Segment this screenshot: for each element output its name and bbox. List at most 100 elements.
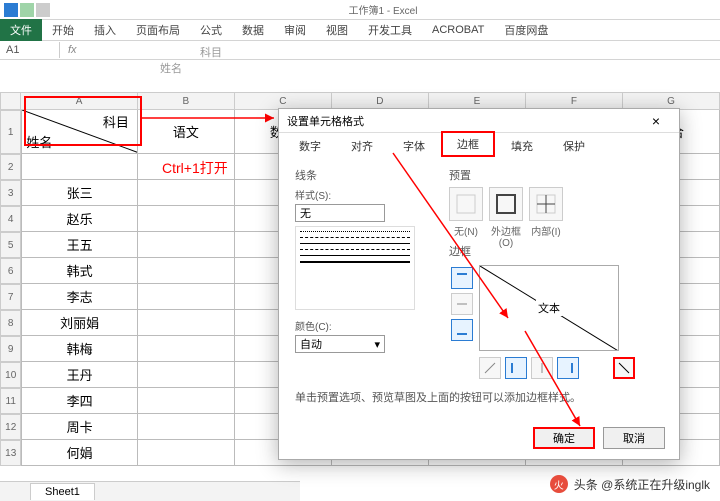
tab-layout[interactable]: 页面布局	[126, 19, 190, 41]
preset-inside-label: 内部(I)	[529, 223, 563, 249]
border-top-btn[interactable]	[451, 267, 473, 289]
cell-A11[interactable]: 李四	[21, 388, 137, 414]
dialog-tabs: 数字 对齐 字体 边框 填充 保护	[279, 133, 679, 157]
col-A[interactable]: A	[21, 92, 137, 110]
col-B[interactable]: B	[138, 92, 235, 110]
cell-A13[interactable]: 何娟	[21, 440, 137, 466]
watermark: 火 头条 @系统正在升级inglk	[550, 475, 710, 493]
cell-A8[interactable]: 刘丽娟	[21, 310, 137, 336]
tab-baidu[interactable]: 百度网盘	[494, 19, 558, 41]
cell-B6[interactable]	[138, 258, 235, 284]
border-preview[interactable]: 文本	[479, 265, 619, 351]
border-right-btn[interactable]	[557, 357, 579, 379]
dlg-tab-fill[interactable]: 填充	[497, 135, 547, 157]
row-13-hdr[interactable]: 13	[0, 440, 21, 466]
cell-A1[interactable]: 科目 姓名	[21, 110, 137, 154]
row-2-hdr[interactable]: 2	[0, 154, 21, 180]
cell-A9[interactable]: 韩梅	[21, 336, 137, 362]
row-7-hdr[interactable]: 7	[0, 284, 21, 310]
qat-save-icon[interactable]	[20, 3, 34, 17]
cancel-button[interactable]: 取消	[603, 427, 665, 449]
border-section-label: 边框	[449, 243, 471, 259]
sheet-tab-1[interactable]: Sheet1	[30, 483, 95, 500]
color-combo[interactable]: 自动▾	[295, 335, 385, 353]
cell-A4[interactable]: 赵乐	[21, 206, 137, 232]
file-tab[interactable]: 文件	[0, 19, 42, 41]
preset-inside[interactable]	[529, 187, 563, 221]
row-4-hdr[interactable]: 4	[0, 206, 21, 232]
cell-B1[interactable]: 语文	[138, 110, 235, 154]
cell-B11[interactable]	[138, 388, 235, 414]
cell-B13[interactable]	[138, 440, 235, 466]
qat-undo-icon[interactable]	[36, 3, 50, 17]
dialog-title: 设置单元格格式	[287, 113, 364, 129]
select-all-corner[interactable]	[0, 92, 21, 110]
cell-B10[interactable]	[138, 362, 235, 388]
format-cells-dialog: 设置单元格格式 × 数字 对齐 字体 边框 填充 保护 线条 样式(S): 无 …	[278, 108, 680, 460]
watermark-logo-icon: 火	[550, 475, 568, 493]
line-style-list[interactable]	[295, 226, 415, 310]
ok-button[interactable]: 确定	[533, 427, 595, 449]
border-mid-h-btn[interactable]	[451, 293, 473, 315]
name-box[interactable]: A1	[0, 42, 60, 58]
border-left-btn[interactable]	[505, 357, 527, 379]
tab-review[interactable]: 审阅	[274, 19, 316, 41]
cell-B12[interactable]	[138, 414, 235, 440]
row-12-hdr[interactable]: 12	[0, 414, 21, 440]
cell-A5[interactable]: 王五	[21, 232, 137, 258]
dlg-tab-number[interactable]: 数字	[285, 135, 335, 157]
row-3-hdr[interactable]: 3	[0, 180, 21, 206]
diag-bottom-label: 姓名	[26, 132, 52, 151]
preset-outline[interactable]	[489, 187, 523, 221]
cell-B3[interactable]	[138, 180, 235, 206]
cell-B7[interactable]	[138, 284, 235, 310]
quick-access-toolbar	[4, 3, 50, 17]
preset-none[interactable]	[449, 187, 483, 221]
close-icon[interactable]: ×	[641, 113, 671, 129]
row-6-hdr[interactable]: 6	[0, 258, 21, 284]
tooltip-text-2: 姓名	[160, 60, 182, 76]
cell-B9[interactable]	[138, 336, 235, 362]
tab-insert[interactable]: 插入	[84, 19, 126, 41]
watermark-text: 头条 @系统正在升级inglk	[574, 476, 710, 493]
tab-home[interactable]: 开始	[42, 19, 84, 41]
dlg-tab-align[interactable]: 对齐	[337, 135, 387, 157]
tab-view[interactable]: 视图	[316, 19, 358, 41]
excel-icon	[4, 3, 18, 17]
cell-B8[interactable]	[138, 310, 235, 336]
sheet-tab-bar: Sheet1	[0, 481, 300, 501]
cell-B4[interactable]	[138, 206, 235, 232]
cell-A2[interactable]	[21, 154, 137, 180]
cell-A10[interactable]: 王丹	[21, 362, 137, 388]
cell-B5[interactable]	[138, 232, 235, 258]
dlg-tab-border[interactable]: 边框	[441, 131, 495, 157]
row-9-hdr[interactable]: 9	[0, 336, 21, 362]
row-10-hdr[interactable]: 10	[0, 362, 21, 388]
cell-A3[interactable]: 张三	[21, 180, 137, 206]
row-1-hdr[interactable]: 1	[0, 110, 21, 154]
dialog-titlebar: 设置单元格格式 ×	[279, 109, 679, 133]
row-11-hdr[interactable]: 11	[0, 388, 21, 414]
fx-icon[interactable]: fx	[68, 44, 77, 56]
border-diag-down-btn[interactable]	[613, 357, 635, 379]
tab-data[interactable]: 数据	[232, 19, 274, 41]
dlg-tab-font[interactable]: 字体	[389, 135, 439, 157]
window-title: 工作簿1 - Excel	[50, 2, 716, 17]
border-mid-v-btn[interactable]	[531, 357, 553, 379]
style-combo[interactable]: 无	[295, 204, 385, 222]
tooltip-text-1: 科目	[200, 44, 222, 60]
border-bottom-btn[interactable]	[451, 319, 473, 341]
cell-A12[interactable]: 周卡	[21, 414, 137, 440]
preset-outline-label: 外边框(O)	[489, 223, 523, 249]
tab-acrobat[interactable]: ACROBAT	[422, 21, 494, 39]
row-5-hdr[interactable]: 5	[0, 232, 21, 258]
dlg-tab-protect[interactable]: 保护	[549, 135, 599, 157]
cell-A6[interactable]: 韩式	[21, 258, 137, 284]
tab-dev[interactable]: 开发工具	[358, 19, 422, 41]
row-8-hdr[interactable]: 8	[0, 310, 21, 336]
cell-A7[interactable]: 李志	[21, 284, 137, 310]
border-diag-up-btn[interactable]	[479, 357, 501, 379]
tab-formula[interactable]: 公式	[190, 19, 232, 41]
annotation-shortcut-text: Ctrl+1打开	[162, 158, 228, 178]
preset-section-label: 预置	[449, 167, 563, 183]
